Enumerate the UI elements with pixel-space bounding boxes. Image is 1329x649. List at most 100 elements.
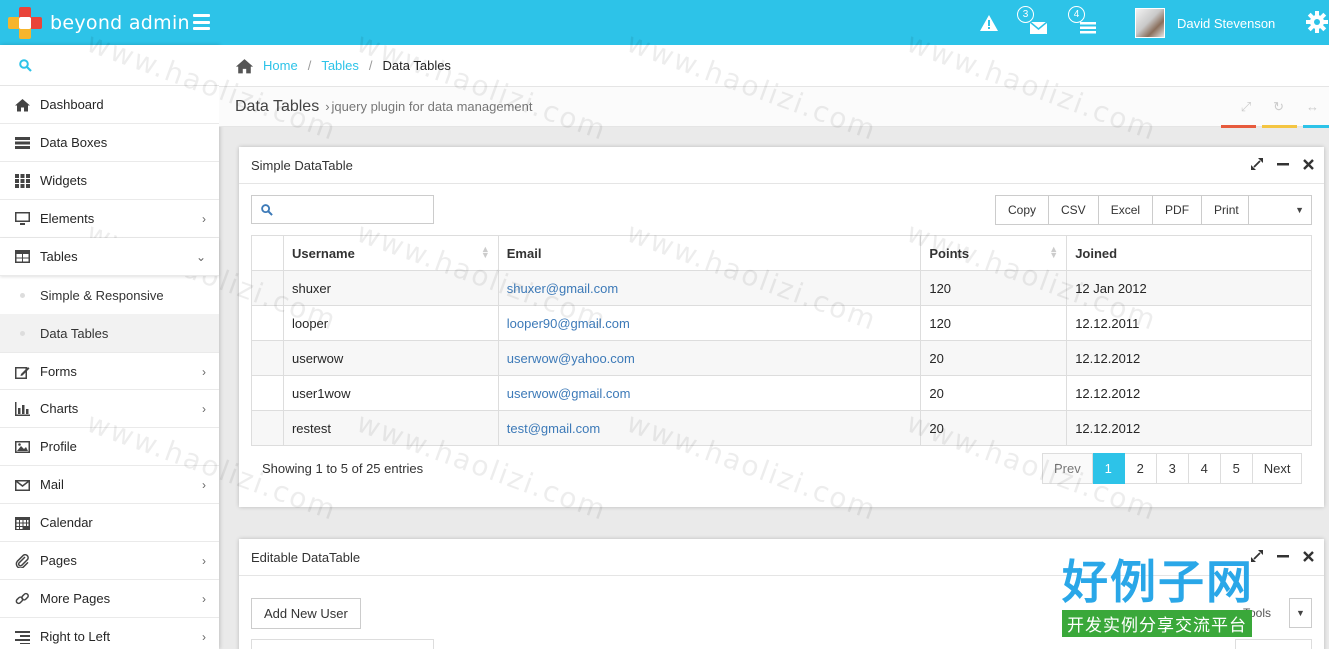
breadcrumb-tables-link[interactable]: Tables [321,58,359,73]
table-row[interactable]: shuxer shuxer@gmail.com 120 12 Jan 2012 [251,270,1312,306]
sidebar-subitem-data-tables[interactable]: Data Tables [0,314,219,352]
email-link[interactable]: userwow@gmail.com [507,386,631,401]
close-icon[interactable] [1303,158,1314,170]
username-cell: shuxer [282,270,499,306]
widget-header: Simple DataTable [239,147,1324,184]
sidebar-subitem-simple-responsive[interactable]: Simple & Responsive [0,276,219,314]
page-length-select[interactable]: ▼ [1248,195,1312,225]
page-length-select[interactable] [1235,639,1312,649]
breadcrumb-home-link[interactable]: Home [263,58,298,73]
page-subtitle-chevron-icon: › [325,99,330,114]
excel-button[interactable]: Excel [1098,195,1154,225]
sidebar-item-elements[interactable]: Elements › [0,200,219,238]
copy-button[interactable]: Copy [995,195,1050,225]
pagination-page-5[interactable]: 5 [1220,453,1253,484]
points-cell: 20 [920,410,1068,446]
tasks-button[interactable]: 4 [1068,6,1098,36]
sidebar-item-label: Dashboard [40,97,104,112]
table-row[interactable]: user1wow userwow@gmail.com 20 12.12.2012 [251,375,1312,411]
collapse-icon[interactable]: ↔ [1306,99,1319,115]
pagination-page-3[interactable]: 3 [1156,453,1189,484]
widget-buttons [1251,158,1314,170]
pagination: Prev 1 2 3 4 5 Next [1042,453,1303,484]
sidebar-item-forms[interactable]: Forms › [0,352,219,390]
column-header-label: Username [291,245,355,261]
user-name: David Stevenson [1177,15,1276,31]
table-row[interactable]: looper looper90@gmail.com 120 12.12.2011 [251,305,1312,341]
row-cell [251,375,284,411]
points-cell: 120 [920,305,1068,341]
sidebar-item-more-pages[interactable]: More Pages › [0,580,219,618]
user-menu[interactable]: David Stevenson [1135,8,1275,38]
page-subtitle: jquery plugin for data management [331,99,533,114]
sidebar-search[interactable] [0,45,219,86]
messages-button[interactable]: 3 [1017,6,1048,36]
pagination-next[interactable]: Next [1252,453,1303,484]
brand[interactable]: beyond admin [8,7,190,39]
csv-button[interactable]: CSV [1049,195,1099,225]
email-link[interactable]: test@gmail.com [507,421,600,436]
column-header-points[interactable]: Points ▲ ▼ [920,235,1068,271]
sidebar-item-pages[interactable]: Pages › [0,542,219,580]
table-search[interactable] [251,195,434,224]
warning-icon [980,15,998,31]
sidebar-item-right-to-left[interactable]: Right to Left › [0,618,219,649]
search-input[interactable] [280,198,430,221]
column-header-username[interactable]: Username ▲ ▼ [282,235,499,271]
email-link[interactable]: shuxer@gmail.com [507,281,618,296]
column-header-joined[interactable]: Joined [1066,235,1312,271]
close-icon[interactable] [1303,550,1314,562]
sidebar-subitem-label: Data Tables [40,325,109,341]
export-buttons: Copy CSV Excel PDF Print [995,195,1252,225]
expand-icon[interactable] [1251,158,1263,170]
table-icon [15,250,30,263]
email-link[interactable]: userwow@yahoo.com [507,351,635,366]
row-cell [251,340,284,376]
email-cell: test@gmail.com [497,410,922,446]
brand-name: beyond admin [50,12,190,34]
grid-icon [15,174,30,188]
pdf-button[interactable]: PDF [1153,195,1203,225]
table-row[interactable]: userwow userwow@yahoo.com 20 12.12.2012 [251,340,1312,376]
print-button[interactable]: Print [1202,195,1252,225]
tools-caret-down-icon[interactable]: ▼ [1289,598,1312,628]
email-cell: shuxer@gmail.com [497,270,922,306]
table-header-row: Username ▲ ▼ Email Points ▲ ▼ Joined [251,235,1312,271]
watermark-logo-subtitle: 开发实例分享交流平台 [1062,610,1252,637]
sidebar-item-profile[interactable]: Profile [0,428,219,466]
sidebar-item-mail[interactable]: Mail › [0,466,219,504]
pagination-page-2[interactable]: 2 [1124,453,1157,484]
search-icon [261,204,273,216]
refresh-icon[interactable]: ↻ [1273,99,1284,115]
joined-cell: 12.12.2012 [1066,375,1312,411]
joined-cell: 12.12.2012 [1066,410,1312,446]
sidebar-item-dashboard[interactable]: Dashboard [0,86,219,124]
email-link[interactable]: looper90@gmail.com [507,316,630,331]
sidebar-item-tables[interactable]: Tables ⌄ [0,238,219,276]
sidebar-toggle-icon[interactable] [193,14,210,30]
table-row[interactable]: restest test@gmail.com 20 12.12.2012 [251,410,1312,446]
pagination-prev[interactable]: Prev [1042,453,1093,484]
table-search[interactable] [251,639,434,649]
sidebar-item-calendar[interactable]: Calendar [0,504,219,542]
username-cell: looper [282,305,499,341]
settings-button[interactable] [1306,11,1328,36]
chevron-right-icon: › [202,478,206,492]
column-header-email[interactable]: Email [497,235,922,271]
points-cell: 20 [920,375,1068,411]
sidebar-item-data-boxes[interactable]: Data Boxes [0,124,219,162]
pagination-page-4[interactable]: 4 [1188,453,1221,484]
sidebar-item-widgets[interactable]: Widgets [0,162,219,200]
username-cell: user1wow [282,375,499,411]
color-bar-yellow [1262,125,1297,128]
add-user-button[interactable]: Add New User [251,598,361,629]
pagination-page-1[interactable]: 1 [1092,453,1125,484]
breadcrumb-separator: / [368,58,373,73]
fullscreen-icon[interactable]: ⤢ [1241,99,1251,115]
minimize-icon[interactable] [1277,158,1289,170]
brand-logo-icon [8,7,42,39]
sidebar-item-charts[interactable]: Charts › [0,390,219,428]
notifications-button[interactable] [980,10,998,36]
joined-cell: 12 Jan 2012 [1066,270,1312,306]
link-icon [15,592,29,605]
